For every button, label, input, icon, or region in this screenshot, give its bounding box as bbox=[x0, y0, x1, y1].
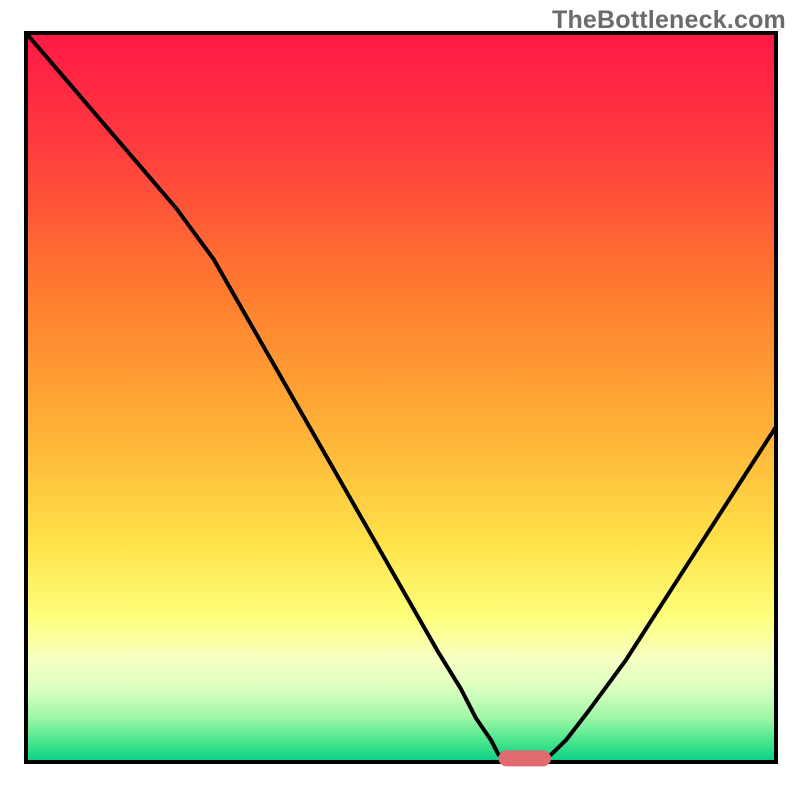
bottleneck-plot bbox=[0, 0, 800, 800]
plot-background bbox=[26, 33, 776, 762]
watermark-text: TheBottleneck.com bbox=[552, 6, 786, 35]
chart-stage: TheBottleneck.com bbox=[0, 0, 800, 800]
trough-marker bbox=[499, 750, 552, 766]
